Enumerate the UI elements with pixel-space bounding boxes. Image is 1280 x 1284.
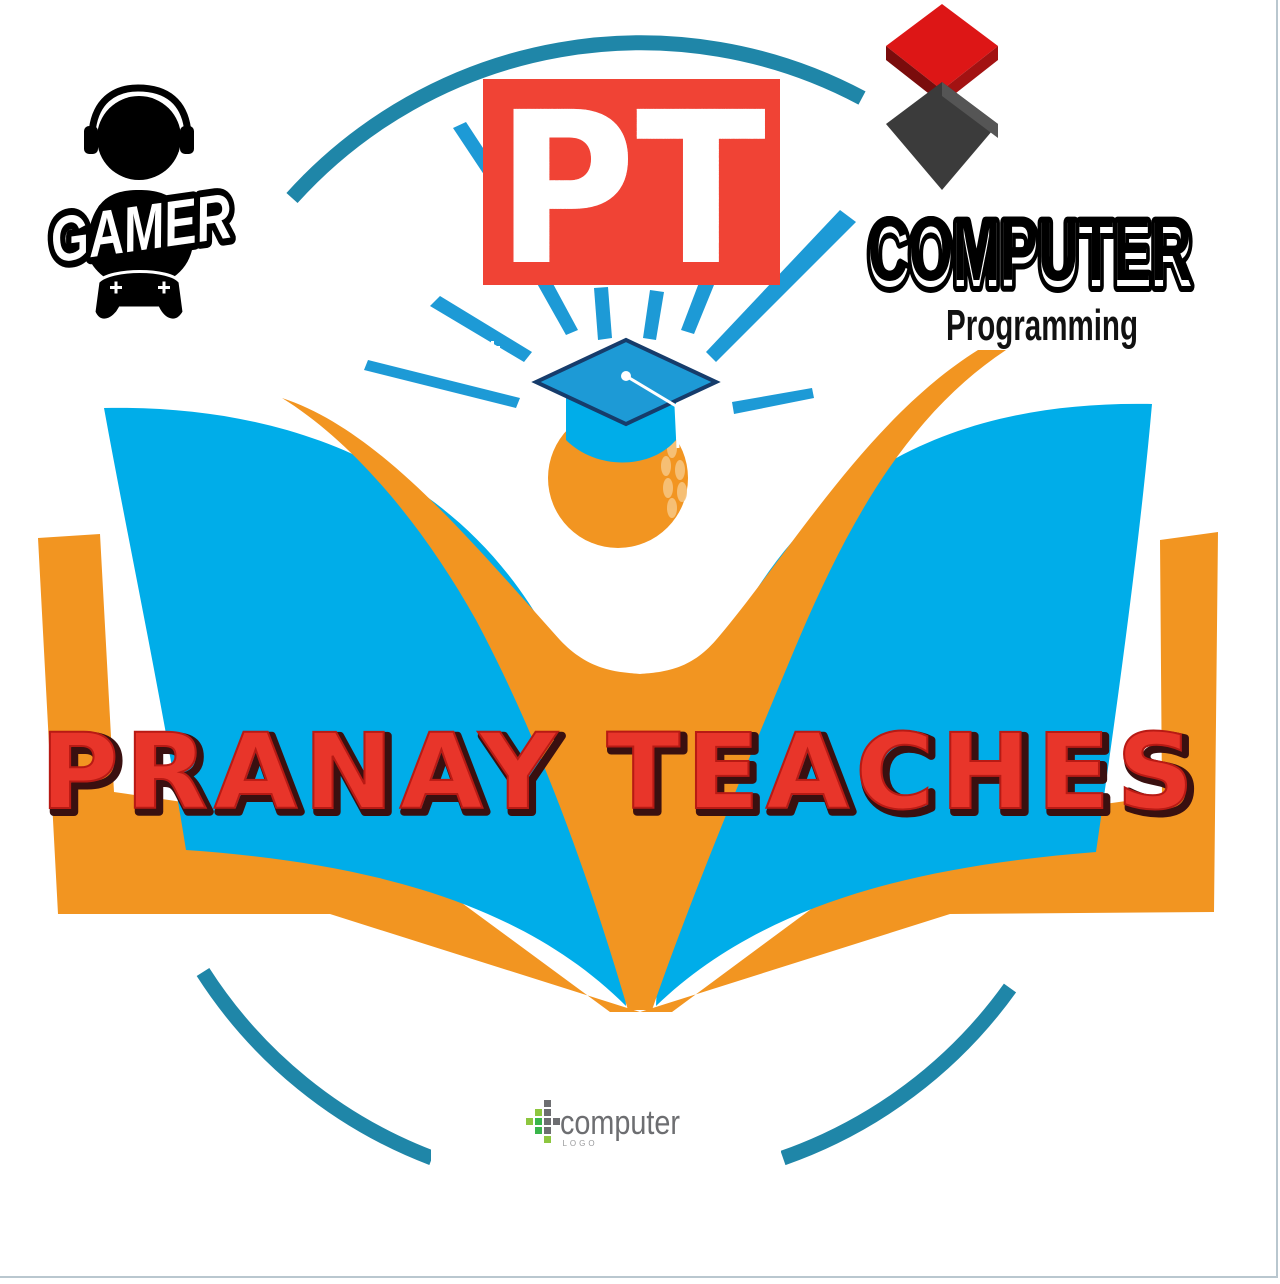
computer-programming-badge: COMPUTER COMPUTER Programming (862, 4, 1198, 350)
logo-artwork: PT GAMER COMPUTER COMPUTER Programming P… (38, 4, 1218, 1226)
gamer-badge: GAMER (39, 84, 243, 322)
logo-canvas: PT GAMER COMPUTER COMPUTER Programming P… (0, 0, 1280, 1280)
ring-bottom-left-arc (196, 967, 435, 1166)
small-logo-sublabel: LOGO (562, 1139, 597, 1148)
title-text: PRANAY TEACHES (40, 711, 1200, 833)
controller-icon (92, 270, 186, 322)
pt-badge: PT (483, 67, 780, 312)
gamer-head (97, 96, 181, 180)
computer-title-fill: COMPUTER (868, 198, 1192, 300)
title: PRANAY TEACHES PRANAY TEACHES (39, 710, 1202, 841)
pt-monogram: PT (496, 67, 766, 312)
gamer-label: GAMER (46, 180, 236, 277)
cube-icon (886, 4, 998, 190)
programming-subtitle: Programming (946, 301, 1138, 350)
small-logo-panel: computer LOGO (431, 1014, 781, 1226)
small-logo-label: computer (560, 1104, 680, 1142)
ring-bottom-right-arc (780, 983, 1017, 1166)
